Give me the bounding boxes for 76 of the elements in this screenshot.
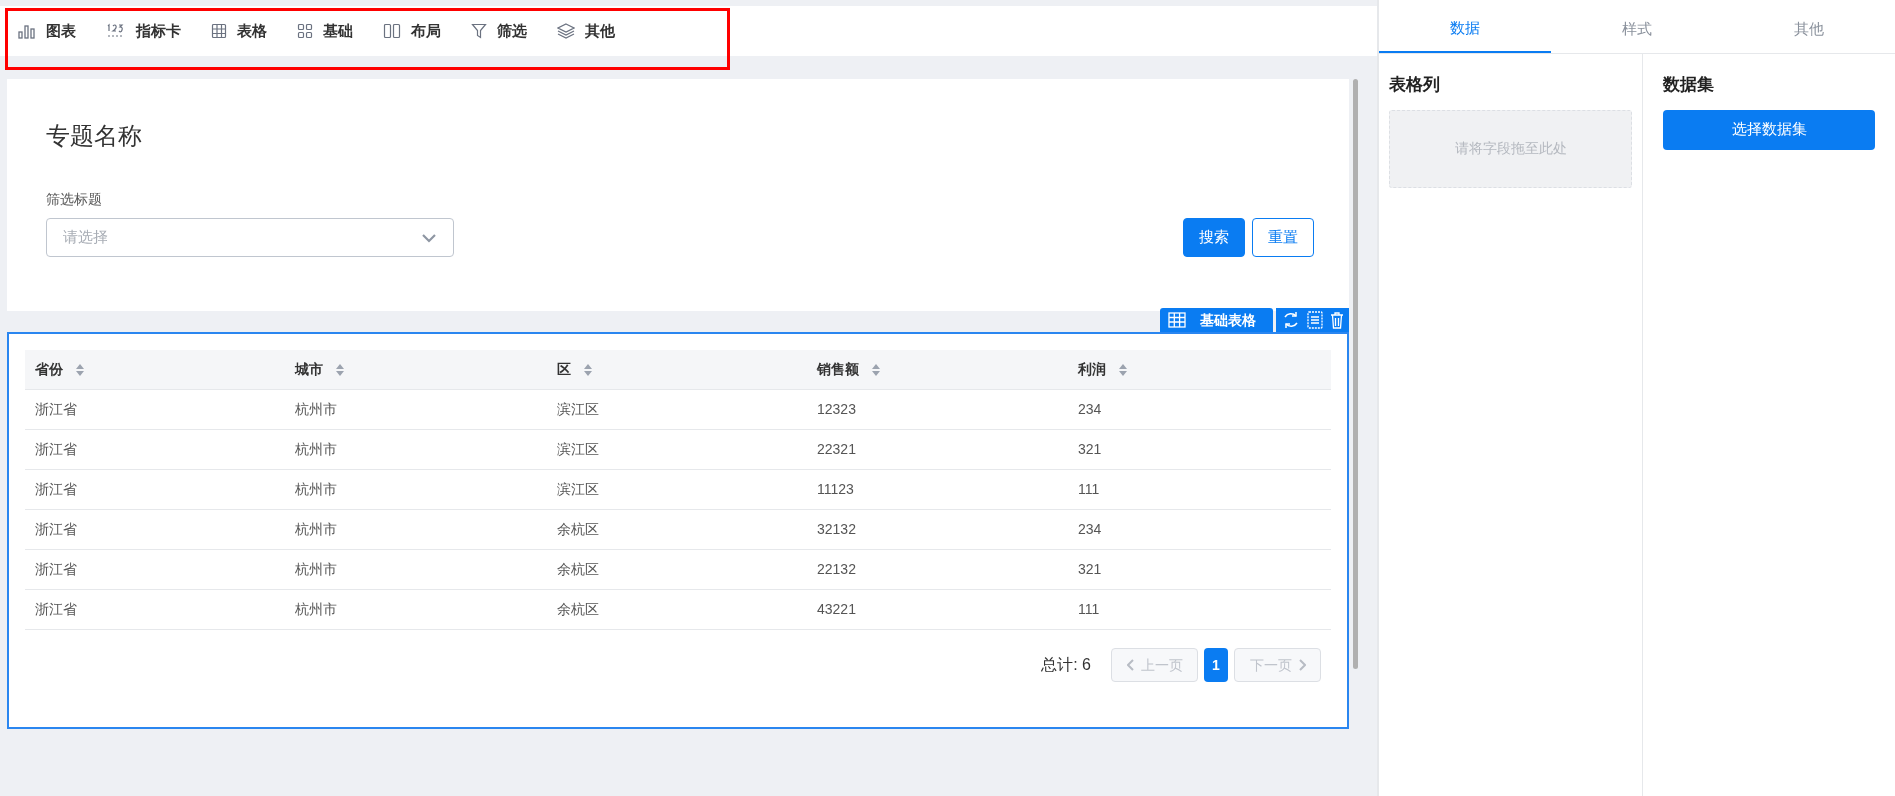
column-header: 销售额 [807,350,1068,390]
section-title: 数据集 [1663,74,1715,96]
numbers-icon [106,23,126,39]
table-cell: 杭州市 [285,510,547,550]
table-cell: 余杭区 [547,510,807,550]
chevron-down-icon [421,232,437,243]
search-button[interactable]: 搜索 [1183,218,1245,257]
toolbar-item[interactable]: 筛选 [471,19,527,43]
table-cell: 234 [1068,390,1331,430]
table-cell: 321 [1068,550,1331,590]
toolbar-item[interactable]: 其他 [557,19,615,43]
chevron-left-icon [1126,659,1135,671]
refresh-icon[interactable] [1281,311,1300,329]
panel-tab[interactable]: 其他 [1723,6,1895,53]
toolbar-item[interactable]: 基础 [297,19,353,43]
table-cell: 浙江省 [25,470,285,510]
table-cell: 浙江省 [25,430,285,470]
table-cell: 22132 [807,550,1068,590]
toolbar-item[interactable]: 图表 [18,19,76,43]
table-cell: 杭州市 [285,430,547,470]
table-cell: 杭州市 [285,590,547,630]
select-field[interactable]: 请选择 [46,218,454,257]
column-header: 省份 [25,350,285,390]
column-header: 区 [547,350,807,390]
select-dataset-button[interactable]: 选择数据集 [1663,109,1875,150]
sort-icon[interactable] [75,362,85,377]
table-cell: 234 [1068,510,1331,550]
table-cell: 滨江区 [547,430,807,470]
copy-icon[interactable] [1306,311,1323,329]
grid-icon [211,23,227,39]
trash-icon[interactable] [1329,311,1344,329]
section-title: 表格列 [1389,74,1441,96]
table-cell: 杭州市 [285,470,547,510]
sort-icon[interactable] [335,362,345,377]
table-cell: 余杭区 [547,550,807,590]
reset-button[interactable]: 重置 [1252,218,1314,257]
table-cell: 浙江省 [25,390,285,430]
widget-tag: 基础表格 [1160,308,1273,332]
columns-icon [383,23,401,39]
sort-icon[interactable] [583,362,593,377]
toolbar-item[interactable]: 表格 [211,19,267,43]
bar-chart-icon [18,23,36,39]
panel-tab[interactable]: 数据 [1379,6,1551,53]
sort-icon[interactable] [871,362,881,377]
table-cell: 12323 [807,390,1068,430]
table-cell: 浙江省 [25,510,285,550]
filter-label: 筛选标题 [46,190,103,209]
table-cell: 11123 [807,470,1068,510]
table-cell: 浙江省 [25,590,285,630]
toolbar-item[interactable]: 布局 [383,19,441,43]
table-cell: 余杭区 [547,590,807,630]
table-cell: 111 [1068,590,1331,630]
column-header: 城市 [285,350,547,390]
column-header: 利润 [1068,350,1331,390]
table-cell: 滨江区 [547,470,807,510]
grid-icon [1168,312,1186,328]
table-cell: 43221 [807,590,1068,630]
table-cell: 浙江省 [25,550,285,590]
toolbar-item[interactable]: 指标卡 [106,19,181,43]
panel-tab[interactable]: 样式 [1551,6,1723,53]
table-cell: 滨江区 [547,390,807,430]
table-cell: 22321 [807,430,1068,470]
sort-icon[interactable] [1118,362,1128,377]
scrollbar[interactable] [1353,79,1358,669]
table-cell: 321 [1068,430,1331,470]
chevron-right-icon [1297,659,1306,671]
blocks-icon [297,23,313,39]
table-cell: 杭州市 [285,550,547,590]
filter-icon [471,23,487,39]
table-cell: 111 [1068,470,1331,510]
total-count: 总计: 6 [1041,655,1091,675]
table-cell: 杭州市 [285,390,547,430]
page-button[interactable]: 1 [1204,648,1228,682]
table-cell: 32132 [807,510,1068,550]
page-title: 专题名称 [46,121,143,151]
layers-icon [557,23,575,39]
